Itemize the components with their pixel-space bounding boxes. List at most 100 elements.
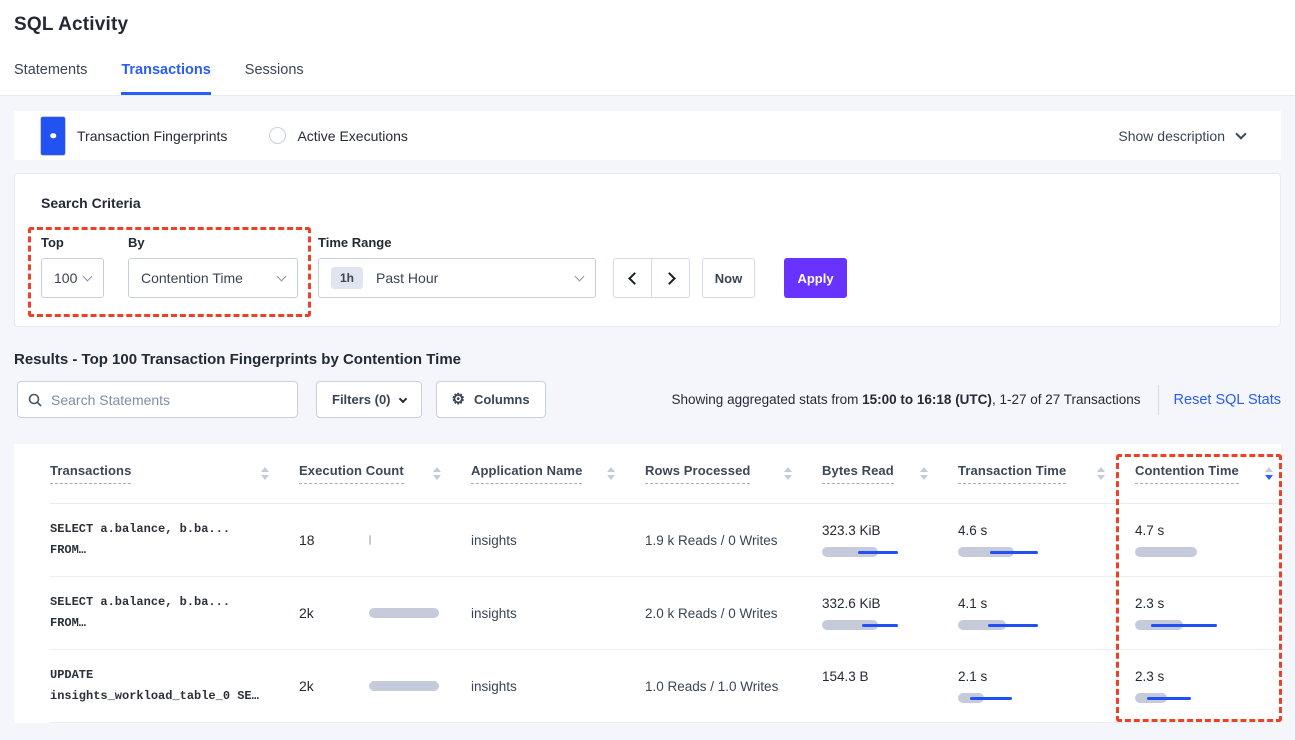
transaction-time-cell: 4.1 s: [958, 596, 1135, 630]
chevron-right-icon: [663, 272, 676, 285]
filters-label: Filters (0): [332, 392, 391, 407]
search-input[interactable]: [51, 392, 287, 408]
time-range-badge: 1h: [331, 267, 363, 289]
radio-unselected-icon: [269, 127, 286, 144]
header-transaction-time: Transaction Time: [958, 463, 1135, 484]
radio-selected-icon: [40, 116, 66, 156]
bytes-read-cell: 154.3 B: [822, 669, 958, 703]
sort-icon[interactable]: [433, 467, 441, 480]
radio-label: Active Executions: [297, 128, 408, 144]
table-row[interactable]: SELECT a.balance, b.ba... FROM… 18 insig…: [50, 504, 1281, 577]
header-contention-time: Contention Time: [1135, 463, 1281, 484]
query-cell[interactable]: SELECT a.balance, b.ba... FROM…: [50, 592, 299, 634]
header-application-name: Application Name: [471, 463, 645, 484]
table-header-row: Transactions Execution Count Application…: [50, 444, 1281, 504]
columns-button[interactable]: ⚙ Columns: [436, 381, 546, 418]
header-execution-count: Execution Count: [299, 463, 471, 484]
header-bytes-read: Bytes Read: [822, 463, 958, 484]
search-criteria-fields: Top 100 By Contention Time Time Range 1h…: [41, 235, 1254, 298]
time-range-select[interactable]: 1h Past Hour: [318, 258, 596, 298]
contention-time-cell: 2.3 s: [1135, 669, 1281, 703]
time-range-field: Time Range 1h Past Hour: [318, 235, 613, 298]
by-field: By Contention Time: [128, 235, 318, 298]
gear-icon: ⚙: [452, 392, 465, 407]
view-toggle-row: Transaction Fingerprints Active Executio…: [14, 111, 1281, 160]
header-rows-processed: Rows Processed: [645, 463, 822, 484]
chevron-down-icon: [575, 271, 585, 281]
tab-bar: Statements Transactions Sessions: [14, 62, 1295, 95]
mean-bar: [1135, 547, 1197, 557]
search-icon: [28, 393, 42, 407]
tab-transactions[interactable]: Transactions: [121, 62, 210, 95]
stats-summary: Showing aggregated stats from 15:00 to 1…: [672, 392, 1141, 407]
bytes-read-cell: 332.6 KiB: [822, 596, 958, 630]
execution-count-bar: [369, 535, 371, 545]
by-select-value: Contention Time: [141, 270, 243, 286]
show-description-toggle[interactable]: Show description: [1118, 128, 1257, 144]
application-name-cell: insights: [471, 533, 645, 548]
columns-label: Columns: [474, 392, 530, 407]
top-select[interactable]: 100: [41, 258, 104, 298]
now-button[interactable]: Now: [702, 258, 755, 298]
time-range-value: Past Hour: [376, 270, 438, 286]
chevron-down-icon: [83, 271, 93, 281]
tab-statements[interactable]: Statements: [14, 62, 87, 95]
bytes-read-cell: 323.3 KiB: [822, 523, 958, 557]
stddev-line: [970, 697, 1012, 700]
sort-icon[interactable]: [920, 467, 928, 480]
show-description-label: Show description: [1118, 128, 1225, 144]
sort-icon-active-desc[interactable]: [1265, 467, 1273, 480]
sort-icon[interactable]: [261, 467, 269, 480]
filters-button[interactable]: Filters (0): [316, 381, 422, 418]
application-name-cell: insights: [471, 679, 645, 694]
time-nav-group: [613, 258, 690, 298]
vertical-divider: [1158, 385, 1159, 415]
contention-time-cell: 2.3 s: [1135, 596, 1281, 630]
radio-transaction-fingerprints[interactable]: Transaction Fingerprints: [40, 116, 227, 156]
execution-count-cell: 18: [299, 532, 471, 548]
top-field: Top 100: [41, 235, 128, 298]
transaction-time-cell: 2.1 s: [958, 669, 1135, 703]
radio-label: Transaction Fingerprints: [77, 128, 227, 144]
results-heading: Results - Top 100 Transaction Fingerprin…: [14, 351, 1281, 368]
search-criteria-card: Search Criteria Top 100 By Contention Ti…: [14, 173, 1281, 327]
execution-count-bar: [369, 681, 439, 691]
by-select[interactable]: Contention Time: [128, 258, 298, 298]
radio-active-executions[interactable]: Active Executions: [269, 127, 408, 144]
table-row[interactable]: SELECT a.balance, b.ba... FROM… 2k insig…: [50, 577, 1281, 650]
header: SQL Activity Statements Transactions Ses…: [0, 0, 1295, 96]
sort-icon[interactable]: [784, 467, 792, 480]
execution-count-cell: 2k: [299, 678, 471, 694]
chevron-down-icon: [398, 394, 406, 402]
table-row[interactable]: UPDATE insights_workload_table_0 SE… 2k …: [50, 650, 1281, 723]
query-cell[interactable]: UPDATE insights_workload_table_0 SE…: [50, 665, 299, 707]
contention-time-cell: 4.7 s: [1135, 523, 1281, 557]
by-label: By: [128, 235, 318, 250]
search-criteria-title: Search Criteria: [41, 195, 1254, 211]
chevron-down-icon: [277, 271, 287, 281]
page-title: SQL Activity: [14, 14, 1295, 36]
sql-activity-page: SQL Activity Statements Transactions Ses…: [0, 0, 1295, 740]
time-next-button[interactable]: [651, 258, 690, 298]
time-prev-button[interactable]: [613, 258, 652, 298]
stddev-line: [862, 624, 898, 627]
top-select-value: 100: [54, 270, 77, 286]
tab-sessions[interactable]: Sessions: [245, 62, 304, 95]
chevron-down-icon: [1235, 128, 1246, 139]
stats-time-range: 15:00 to 16:18 (UTC): [862, 392, 992, 407]
application-name-cell: insights: [471, 606, 645, 621]
top-label: Top: [41, 235, 128, 250]
transactions-table: Transactions Execution Count Application…: [14, 444, 1281, 723]
header-transactions: Transactions: [50, 463, 299, 484]
chevron-left-icon: [628, 272, 641, 285]
stddev-line: [1151, 624, 1217, 627]
sort-icon[interactable]: [1097, 467, 1105, 480]
reset-sql-stats-link[interactable]: Reset SQL Stats: [1174, 392, 1281, 408]
sort-icon[interactable]: [607, 467, 615, 480]
apply-button[interactable]: Apply: [784, 258, 847, 298]
results-toolbar: Filters (0) ⚙ Columns Showing aggregated…: [17, 381, 1281, 418]
rows-processed-cell: 1.9 k Reads / 0 Writes: [645, 533, 822, 548]
query-cell[interactable]: SELECT a.balance, b.ba... FROM…: [50, 519, 299, 561]
stddev-line: [858, 551, 898, 554]
rows-processed-cell: 1.0 Reads / 1.0 Writes: [645, 679, 822, 694]
